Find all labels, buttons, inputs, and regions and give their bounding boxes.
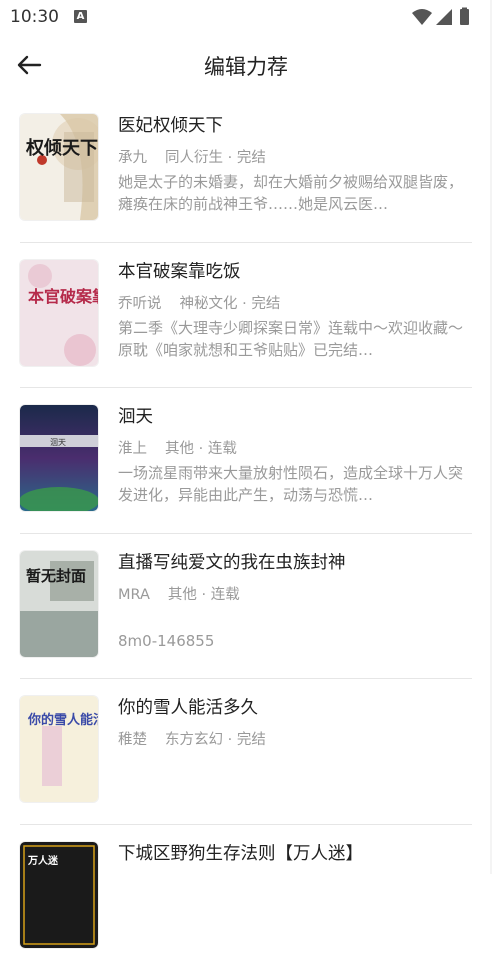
book-meta: 淮上 其他 · 连载 [118,440,464,458]
cover-text: 万人迷 [27,854,59,867]
book-category: 同人衍生 · 完结 [165,150,266,166]
book-category: 其他 · 连载 [165,441,237,457]
book-title: 下城区野狗生存法则【万人迷】 [118,842,464,866]
book-item[interactable]: 暂无封面 直播写纯爱文的我在虫族封神 MRA 其他 · 连载 8m0-146855 [0,533,492,679]
book-item[interactable]: 洄天 洄天 淮上 其他 · 连载 一场流星雨带来大量放射性陨石，造成全球十万人突发… [0,387,492,533]
book-meta: 承九 同人衍生 · 完结 [118,149,464,167]
book-title: 你的雪人能活多久 [118,696,464,720]
cover-text: 权倾天下 [25,137,98,159]
cover-text: 暂无封面 [26,567,86,585]
book-item[interactable]: 万人迷 下城区野狗生存法则【万人迷】 [0,824,492,969]
accessibility-notification-icon: A [74,10,87,23]
page-title: 编辑力荐 [0,51,492,81]
book-item[interactable]: 权倾天下 医妃权倾天下 承九 同人衍生 · 完结 她是太子的未婚妻，却在大婚前夕被… [0,96,492,242]
book-title: 本官破案靠吃饭 [118,260,464,284]
signal-icon [436,9,452,25]
book-description: 她是太子的未婚妻，却在大婚前夕被赐给双腿皆废，瘫痪在床的前战神王爷……她是风云医… [118,171,464,215]
book-cover: 洄天 [20,405,98,511]
book-description: 第二季《大理寺少卿探案日常》连载中～欢迎收藏～原耽《咱家就想和王爷贴贴》已完结… [118,317,464,361]
book-meta: 稚楚 东方玄幻 · 完结 [118,731,464,749]
book-title: 医妃权倾天下 [118,114,464,138]
book-category: 神秘文化 · 完结 [180,296,281,312]
book-title: 直播写纯爱文的我在虫族封神 [118,551,464,575]
book-cover: 暂无封面 [20,551,98,657]
app-bar: 编辑力荐 [0,34,492,96]
book-category: 东方玄幻 · 完结 [165,732,266,748]
book-category: 其他 · 连载 [168,587,240,603]
book-list: 权倾天下 医妃权倾天下 承九 同人衍生 · 完结 她是太子的未婚妻，却在大婚前夕被… [0,96,492,969]
book-cover: 万人迷 [20,842,98,948]
book-author: 乔听说 [118,296,162,312]
cover-text: 你的雪人能活多久 [27,712,98,728]
book-item[interactable]: 本官破案靠吃饭 本官破案靠吃饭 乔听说 神秘文化 · 完结 第二季《大理寺少卿探案… [0,242,492,388]
book-cover: 权倾天下 [20,114,98,220]
book-author: 稚楚 [118,732,147,748]
book-author: MRA [118,587,150,603]
book-cover: 你的雪人能活多久 [20,696,98,802]
book-meta: 乔听说 神秘文化 · 完结 [118,295,464,313]
status-bar: 10:30 A [0,0,492,34]
book-author: 淮上 [118,441,147,457]
book-author: 承九 [118,150,147,166]
cover-text: 洄天 [50,438,66,447]
book-title: 洄天 [118,405,464,429]
cover-text: 本官破案靠吃饭 [28,287,98,306]
status-time: 10:30 [10,7,59,27]
wifi-icon [412,9,432,25]
battery-icon [460,9,469,25]
book-description: 一场流星雨带来大量放射性陨石，造成全球十万人突发进化，异能由此产生，动荡与恐慌… [118,462,464,506]
status-icons [410,7,480,27]
book-meta: MRA 其他 · 连载 [118,586,464,604]
book-description: 8m0-146855 [118,630,464,652]
book-item[interactable]: 你的雪人能活多久 你的雪人能活多久 稚楚 东方玄幻 · 完结 [0,678,492,824]
book-cover: 本官破案靠吃饭 [20,260,98,366]
